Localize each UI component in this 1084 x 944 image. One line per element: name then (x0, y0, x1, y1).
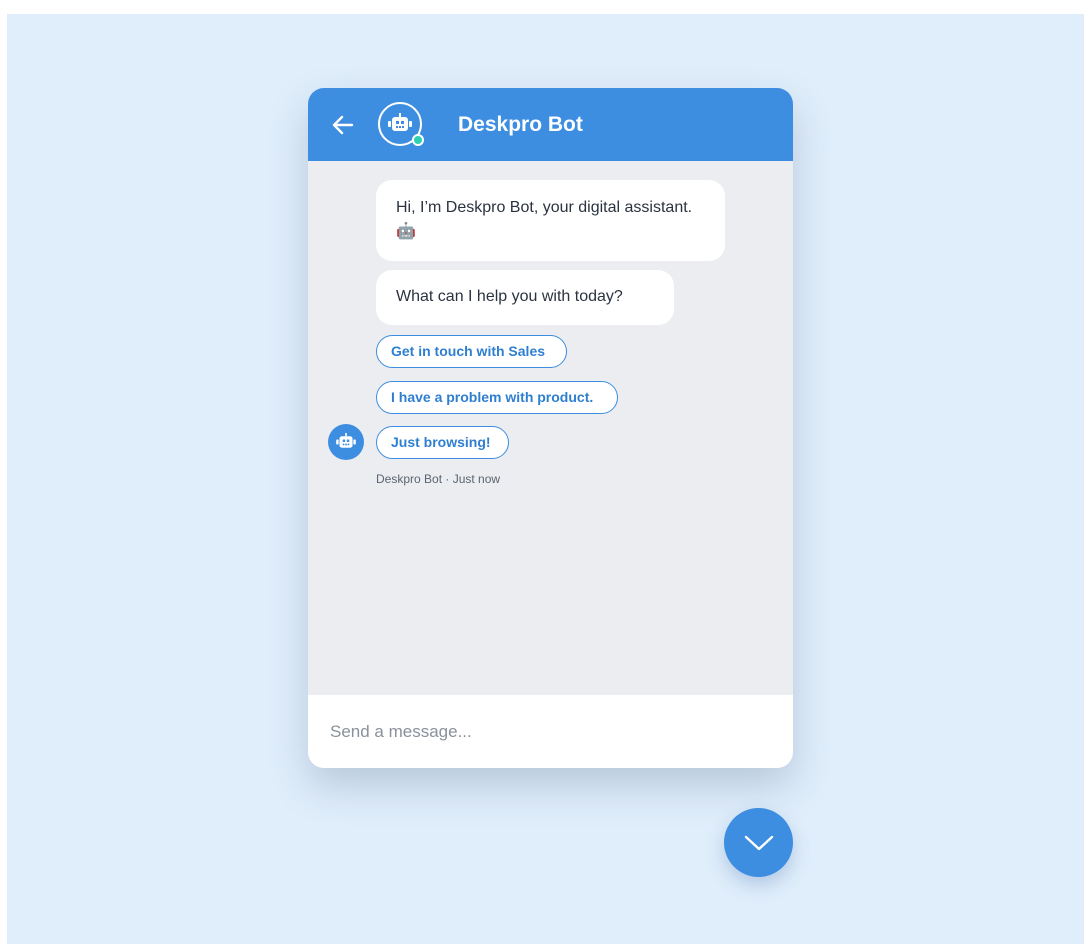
message-meta: Deskpro Bot · Just now (376, 472, 501, 486)
message-composer (308, 695, 793, 768)
widget-toggle-button[interactable] (724, 808, 793, 877)
quick-reply-product-problem[interactable]: I have a problem with product. (376, 381, 618, 414)
online-status-dot (412, 134, 424, 146)
arrow-left-icon (332, 115, 354, 135)
robot-icon (388, 113, 412, 131)
chat-header: Deskpro Bot (308, 88, 793, 161)
bot-message: Hi, I’m Deskpro Bot, your digital assist… (376, 180, 725, 261)
bot-message-avatar (328, 424, 364, 460)
chat-widget: Deskpro Bot Hi, I’m Deskpro Bot, your di… (308, 88, 793, 768)
back-button[interactable] (330, 112, 356, 138)
chat-title: Deskpro Bot (458, 113, 583, 136)
bot-message: What can I help you with today? (376, 270, 674, 325)
robot-icon (336, 433, 356, 448)
quick-reply-sales[interactable]: Get in touch with Sales (376, 335, 567, 368)
message-list[interactable]: Hi, I’m Deskpro Bot, your digital assist… (308, 161, 793, 695)
chevron-down-icon (744, 835, 773, 850)
quick-reply-browsing[interactable]: Just browsing! (376, 426, 509, 459)
message-input[interactable] (328, 717, 772, 747)
